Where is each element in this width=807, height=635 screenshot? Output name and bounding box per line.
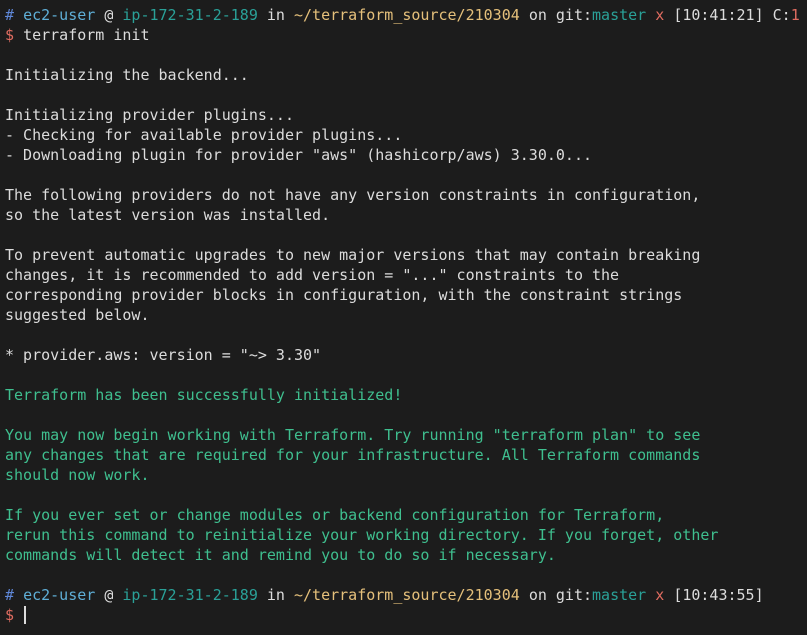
output-line: - Checking for available provider plugin…: [5, 126, 403, 144]
output-line: - Downloading plugin for provider "aws" …: [5, 146, 592, 164]
dollar-sign: $: [5, 606, 15, 624]
prompt-git-label: git:: [555, 586, 593, 604]
prompt-at: @: [104, 586, 114, 604]
active-command-line[interactable]: $: [5, 605, 807, 625]
prompt-time: [10:41:21]: [673, 6, 764, 24]
output-line: To prevent automatic upgrades to new maj…: [5, 246, 701, 264]
prompt-exit-code-label: C:: [772, 6, 791, 24]
prompt-path: ~/terraform_source/210304: [294, 6, 520, 24]
output-line: You may now begin working with Terraform…: [5, 426, 701, 444]
output-line: changes, it is recommended to add versio…: [5, 266, 620, 284]
prompt-time: [10:43:55]: [673, 586, 764, 604]
prompt-dirty-mark: x: [655, 586, 665, 604]
prompt-hash: #: [5, 586, 15, 604]
output-line: corresponding provider blocks in configu…: [5, 286, 683, 304]
output-line: The following providers do not have any …: [5, 186, 701, 204]
output-line: Initializing the backend...: [5, 66, 249, 84]
output-line: suggested below.: [5, 306, 150, 324]
terminal-window[interactable]: # ec2-user @ ip-172-31-2-189 in ~/terraf…: [0, 0, 807, 635]
command-line: $ terraform init: [5, 25, 807, 45]
output-line: Initializing provider plugins...: [5, 106, 294, 124]
text-cursor: [24, 606, 27, 624]
prompt-exit-code: 1: [790, 6, 800, 24]
prompt-user: ec2-user: [23, 586, 96, 604]
prompt-host: ip-172-31-2-189: [122, 586, 258, 604]
prompt-at: @: [104, 6, 114, 24]
prompt-in: in: [266, 6, 285, 24]
output-line: rerun this command to reinitialize your …: [5, 526, 719, 544]
dollar-sign: $: [5, 26, 15, 44]
output-line: so the latest version was installed.: [5, 206, 331, 224]
prompt-branch: master: [592, 6, 647, 24]
output-line: should now work.: [5, 466, 150, 484]
output-line: commands will detect it and remind you t…: [5, 546, 556, 564]
prompt-in: in: [266, 586, 285, 604]
prompt-line: # ec2-user @ ip-172-31-2-189 in ~/terraf…: [5, 585, 807, 605]
prompt-on: on: [528, 6, 547, 24]
prompt-line: # ec2-user @ ip-172-31-2-189 in ~/terraf…: [5, 5, 807, 25]
prompt-git-label: git:: [555, 6, 593, 24]
command-text: terraform init: [23, 26, 150, 44]
prompt-dirty-mark: x: [655, 6, 665, 24]
prompt-host: ip-172-31-2-189: [122, 6, 258, 24]
prompt-hash: #: [5, 6, 15, 24]
output-line: * provider.aws: version = "~> 3.30": [5, 346, 322, 364]
prompt-on: on: [528, 586, 547, 604]
prompt-user: ec2-user: [23, 6, 96, 24]
output-line: If you ever set or change modules or bac…: [5, 506, 665, 524]
prompt-path: ~/terraform_source/210304: [294, 586, 520, 604]
prompt-branch: master: [592, 586, 647, 604]
output-line: any changes that are required for your i…: [5, 446, 701, 464]
success-message: Terraform has been successfully initiali…: [5, 386, 403, 404]
